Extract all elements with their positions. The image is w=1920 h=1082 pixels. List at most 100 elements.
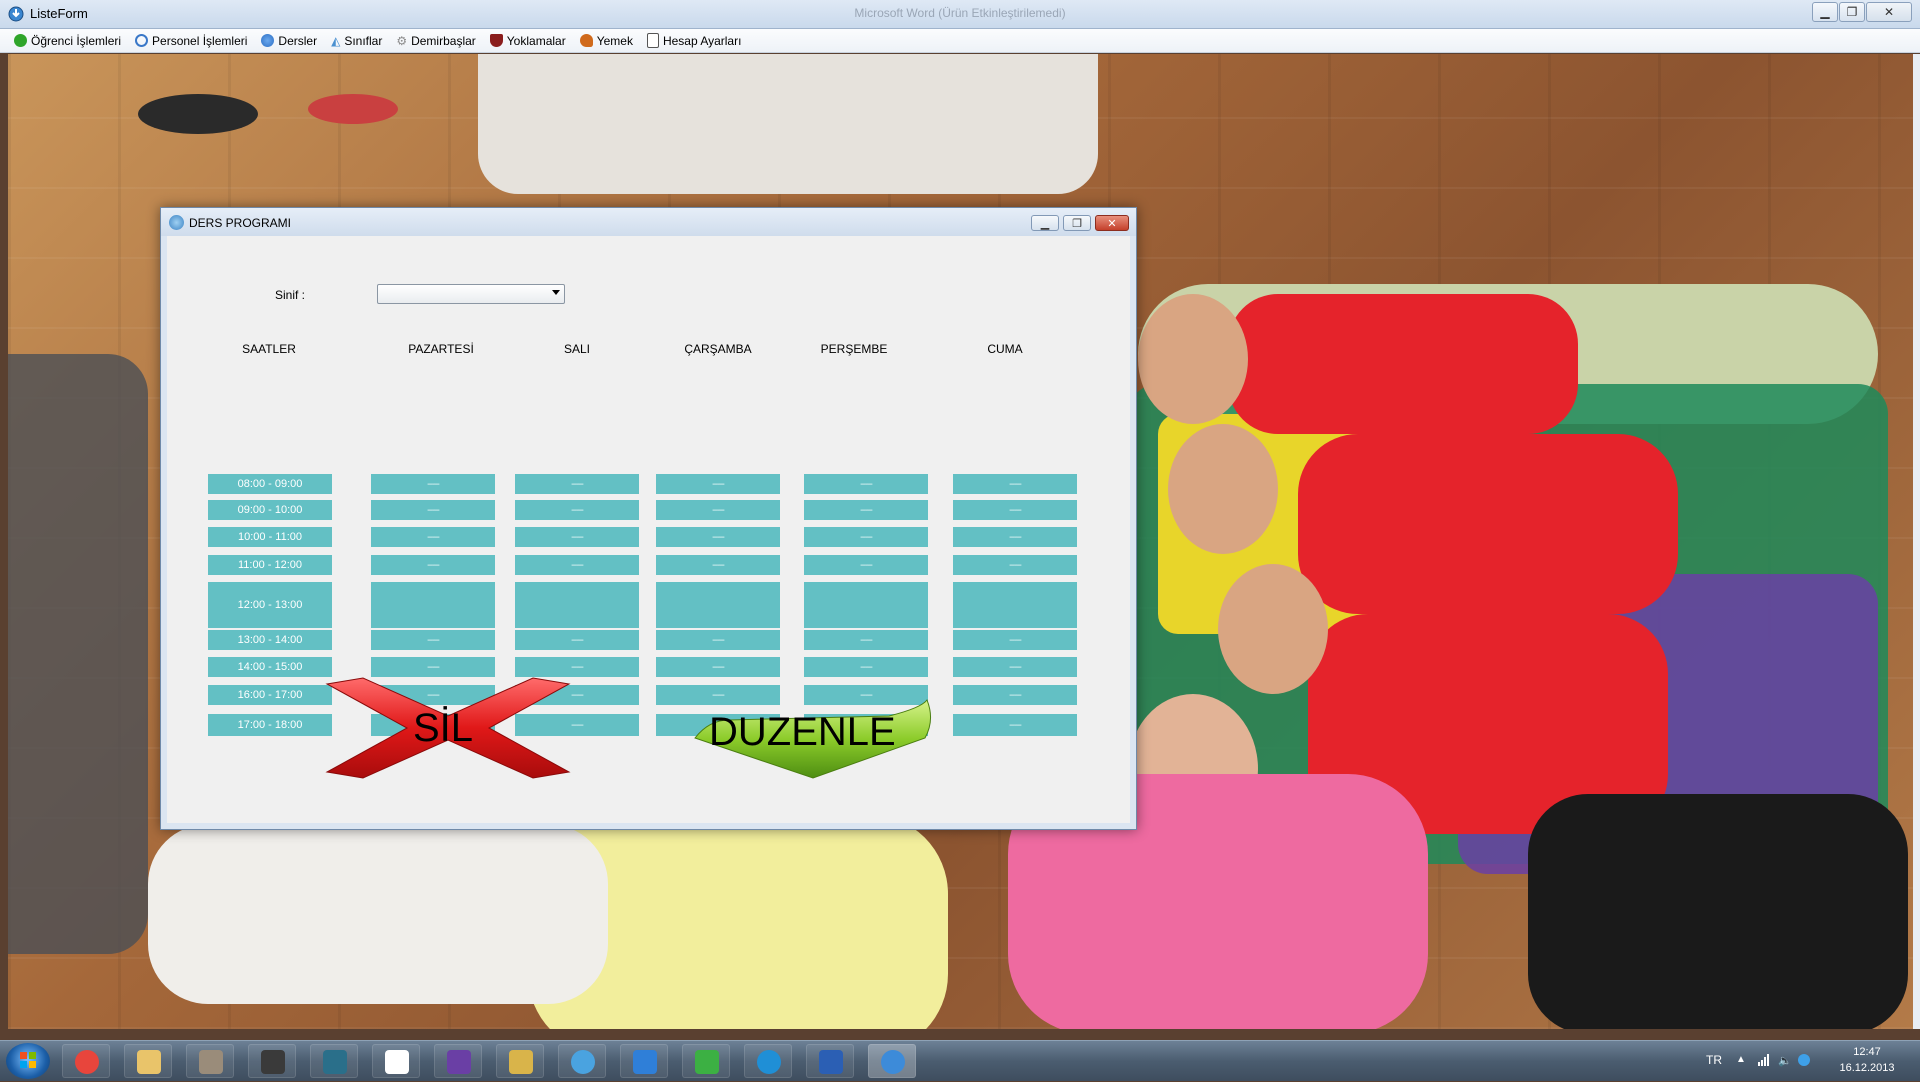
taskbar-app-button[interactable] — [868, 1044, 916, 1078]
lesson-cell-persembe[interactable]: ----- — [804, 555, 928, 575]
lesson-text: ----- — [712, 504, 725, 516]
header-persembe: PERŞEMBE — [820, 342, 888, 356]
windows-logo-icon — [20, 1052, 36, 1068]
header-pazartesi: PAZARTESİ — [408, 342, 474, 356]
lesson-cell-carsamba[interactable]: ----- — [656, 474, 780, 494]
taskbar-app-button[interactable] — [186, 1044, 234, 1078]
lesson-text: ----- — [427, 504, 440, 516]
taskbar: TR ▲ 🔈 12:47 16.12.2013 — [0, 1040, 1920, 1081]
minimize-button[interactable]: ▁ — [1812, 2, 1838, 22]
header-sali: SALI — [563, 342, 590, 356]
lesson-cell-pazartesi[interactable]: ----- — [371, 527, 495, 547]
dialog-minimize-button[interactable]: ▁ — [1031, 215, 1059, 231]
menu-hesap-ayarlari[interactable]: Hesap Ayarları — [646, 33, 741, 48]
lesson-text: ----- — [712, 531, 725, 543]
lesson-cell-sali[interactable]: ----- — [515, 500, 639, 520]
maximize-button[interactable]: ❐ — [1839, 2, 1865, 22]
taskbar-app-button[interactable] — [62, 1044, 110, 1078]
lesson-cell-pazartesi[interactable] — [371, 582, 495, 628]
lesson-cell-sali[interactable] — [515, 582, 639, 628]
lesson-text: ----- — [712, 478, 725, 490]
lesson-cell-cuma[interactable] — [953, 582, 1077, 628]
taskbar-app-button[interactable] — [496, 1044, 544, 1078]
lesson-cell-cuma[interactable]: ----- — [953, 527, 1077, 547]
lesson-cell-carsamba[interactable]: ----- — [656, 527, 780, 547]
edit-button[interactable]: DUZENLE — [689, 680, 941, 782]
lesson-cell-sali[interactable]: ----- — [515, 474, 639, 494]
menu-label: Öğrenci İşlemleri — [31, 33, 122, 48]
lesson-text: ----- — [427, 559, 440, 571]
lesson-text: ----- — [860, 661, 873, 673]
taskbar-app-button[interactable] — [620, 1044, 668, 1078]
header-saatler: SAATLER — [242, 342, 296, 356]
menu-yemek[interactable]: Yemek — [579, 34, 633, 48]
gear-icon: ⚙ — [396, 33, 408, 48]
update-icon[interactable] — [1798, 1054, 1810, 1066]
shield-icon — [489, 34, 503, 47]
time-slot-cell: 17:00 - 18:00 — [208, 714, 332, 736]
lesson-cell-cuma[interactable]: ----- — [953, 630, 1077, 650]
vertical-scrollbar[interactable] — [1913, 54, 1920, 1029]
start-button[interactable] — [6, 1043, 50, 1079]
lesson-cell-cuma[interactable]: ----- — [953, 714, 1077, 736]
chevron-up-icon[interactable]: ▲ — [1736, 1054, 1748, 1066]
dialog-title: DERS PROGRAMI — [189, 216, 292, 230]
lesson-cell-cuma[interactable]: ----- — [953, 555, 1077, 575]
lesson-cell-cuma[interactable]: ----- — [953, 500, 1077, 520]
clock-time[interactable]: 12:47 — [1832, 1046, 1902, 1058]
time-slot-cell: 10:00 - 11:00 — [208, 527, 332, 547]
lesson-cell-pazartesi[interactable]: ----- — [371, 630, 495, 650]
taskbar-app-button[interactable] — [558, 1044, 606, 1078]
lesson-cell-carsamba[interactable] — [656, 582, 780, 628]
taskbar-app-button[interactable] — [372, 1044, 420, 1078]
lesson-cell-sali[interactable]: ----- — [515, 527, 639, 547]
lesson-cell-carsamba[interactable]: ----- — [656, 555, 780, 575]
clock-date[interactable]: 16.12.2013 — [1832, 1062, 1902, 1074]
dialog-close-button[interactable]: ✕ — [1095, 215, 1129, 231]
menu-yoklamalar[interactable]: Yoklamalar — [489, 34, 566, 48]
lesson-cell-sali[interactable]: ----- — [515, 657, 639, 677]
language-indicator[interactable]: TR — [1706, 1053, 1722, 1067]
lesson-cell-sali[interactable]: ----- — [515, 630, 639, 650]
volume-icon[interactable]: 🔈 — [1778, 1054, 1792, 1067]
lesson-cell-pazartesi[interactable]: ----- — [371, 657, 495, 677]
lesson-cell-carsamba[interactable]: ----- — [656, 500, 780, 520]
lesson-cell-persembe[interactable]: ----- — [804, 500, 928, 520]
lesson-cell-cuma[interactable]: ----- — [953, 657, 1077, 677]
maximize-icon: ❐ — [1846, 5, 1858, 19]
lesson-cell-persembe[interactable]: ----- — [804, 630, 928, 650]
delete-button[interactable]: SİL — [317, 676, 579, 780]
taskbar-app-button[interactable] — [248, 1044, 296, 1078]
menu-dersler[interactable]: Dersler — [261, 34, 317, 48]
lesson-cell-pazartesi[interactable]: ----- — [371, 474, 495, 494]
dialog-maximize-button[interactable]: ❐ — [1063, 215, 1091, 231]
lesson-cell-carsamba[interactable]: ----- — [656, 630, 780, 650]
close-button[interactable]: ✕ — [1866, 2, 1912, 22]
taskbar-app-button[interactable] — [744, 1044, 792, 1078]
menu-personel[interactable]: Personel İşlemleri — [135, 34, 247, 48]
sinif-select[interactable] — [377, 284, 565, 304]
menu-ogrenci[interactable]: Öğrenci İşlemleri — [14, 34, 121, 48]
menu-siniflar[interactable]: ◭ Sınıflar — [331, 34, 382, 48]
background-doc-title: Microsoft Word (Ürün Etkinleştirilemedi) — [854, 6, 1066, 20]
lesson-cell-persembe[interactable]: ----- — [804, 527, 928, 547]
lesson-cell-persembe[interactable]: ----- — [804, 657, 928, 677]
lesson-cell-persembe[interactable] — [804, 582, 928, 628]
lesson-cell-carsamba[interactable]: ----- — [656, 657, 780, 677]
network-signal-icon[interactable] — [1758, 1054, 1770, 1066]
menu-demirbaslar[interactable]: ⚙ Demirbaşlar — [396, 34, 475, 48]
chevron-down-icon — [552, 290, 560, 295]
lesson-cell-sali[interactable]: ----- — [515, 555, 639, 575]
taskbar-app-button[interactable] — [124, 1044, 172, 1078]
taskbar-app-button[interactable] — [434, 1044, 482, 1078]
lesson-cell-pazartesi[interactable]: ----- — [371, 555, 495, 575]
taskbar-app-button[interactable] — [310, 1044, 358, 1078]
lesson-cell-cuma[interactable]: ----- — [953, 685, 1077, 705]
lesson-cell-cuma[interactable]: ----- — [953, 474, 1077, 494]
lesson-cell-persembe[interactable]: ----- — [804, 474, 928, 494]
taskbar-app-button[interactable] — [806, 1044, 854, 1078]
taskbar-app-button[interactable] — [682, 1044, 730, 1078]
lesson-text: ----- — [571, 634, 584, 646]
chrome-icon — [75, 1050, 99, 1074]
lesson-cell-pazartesi[interactable]: ----- — [371, 500, 495, 520]
